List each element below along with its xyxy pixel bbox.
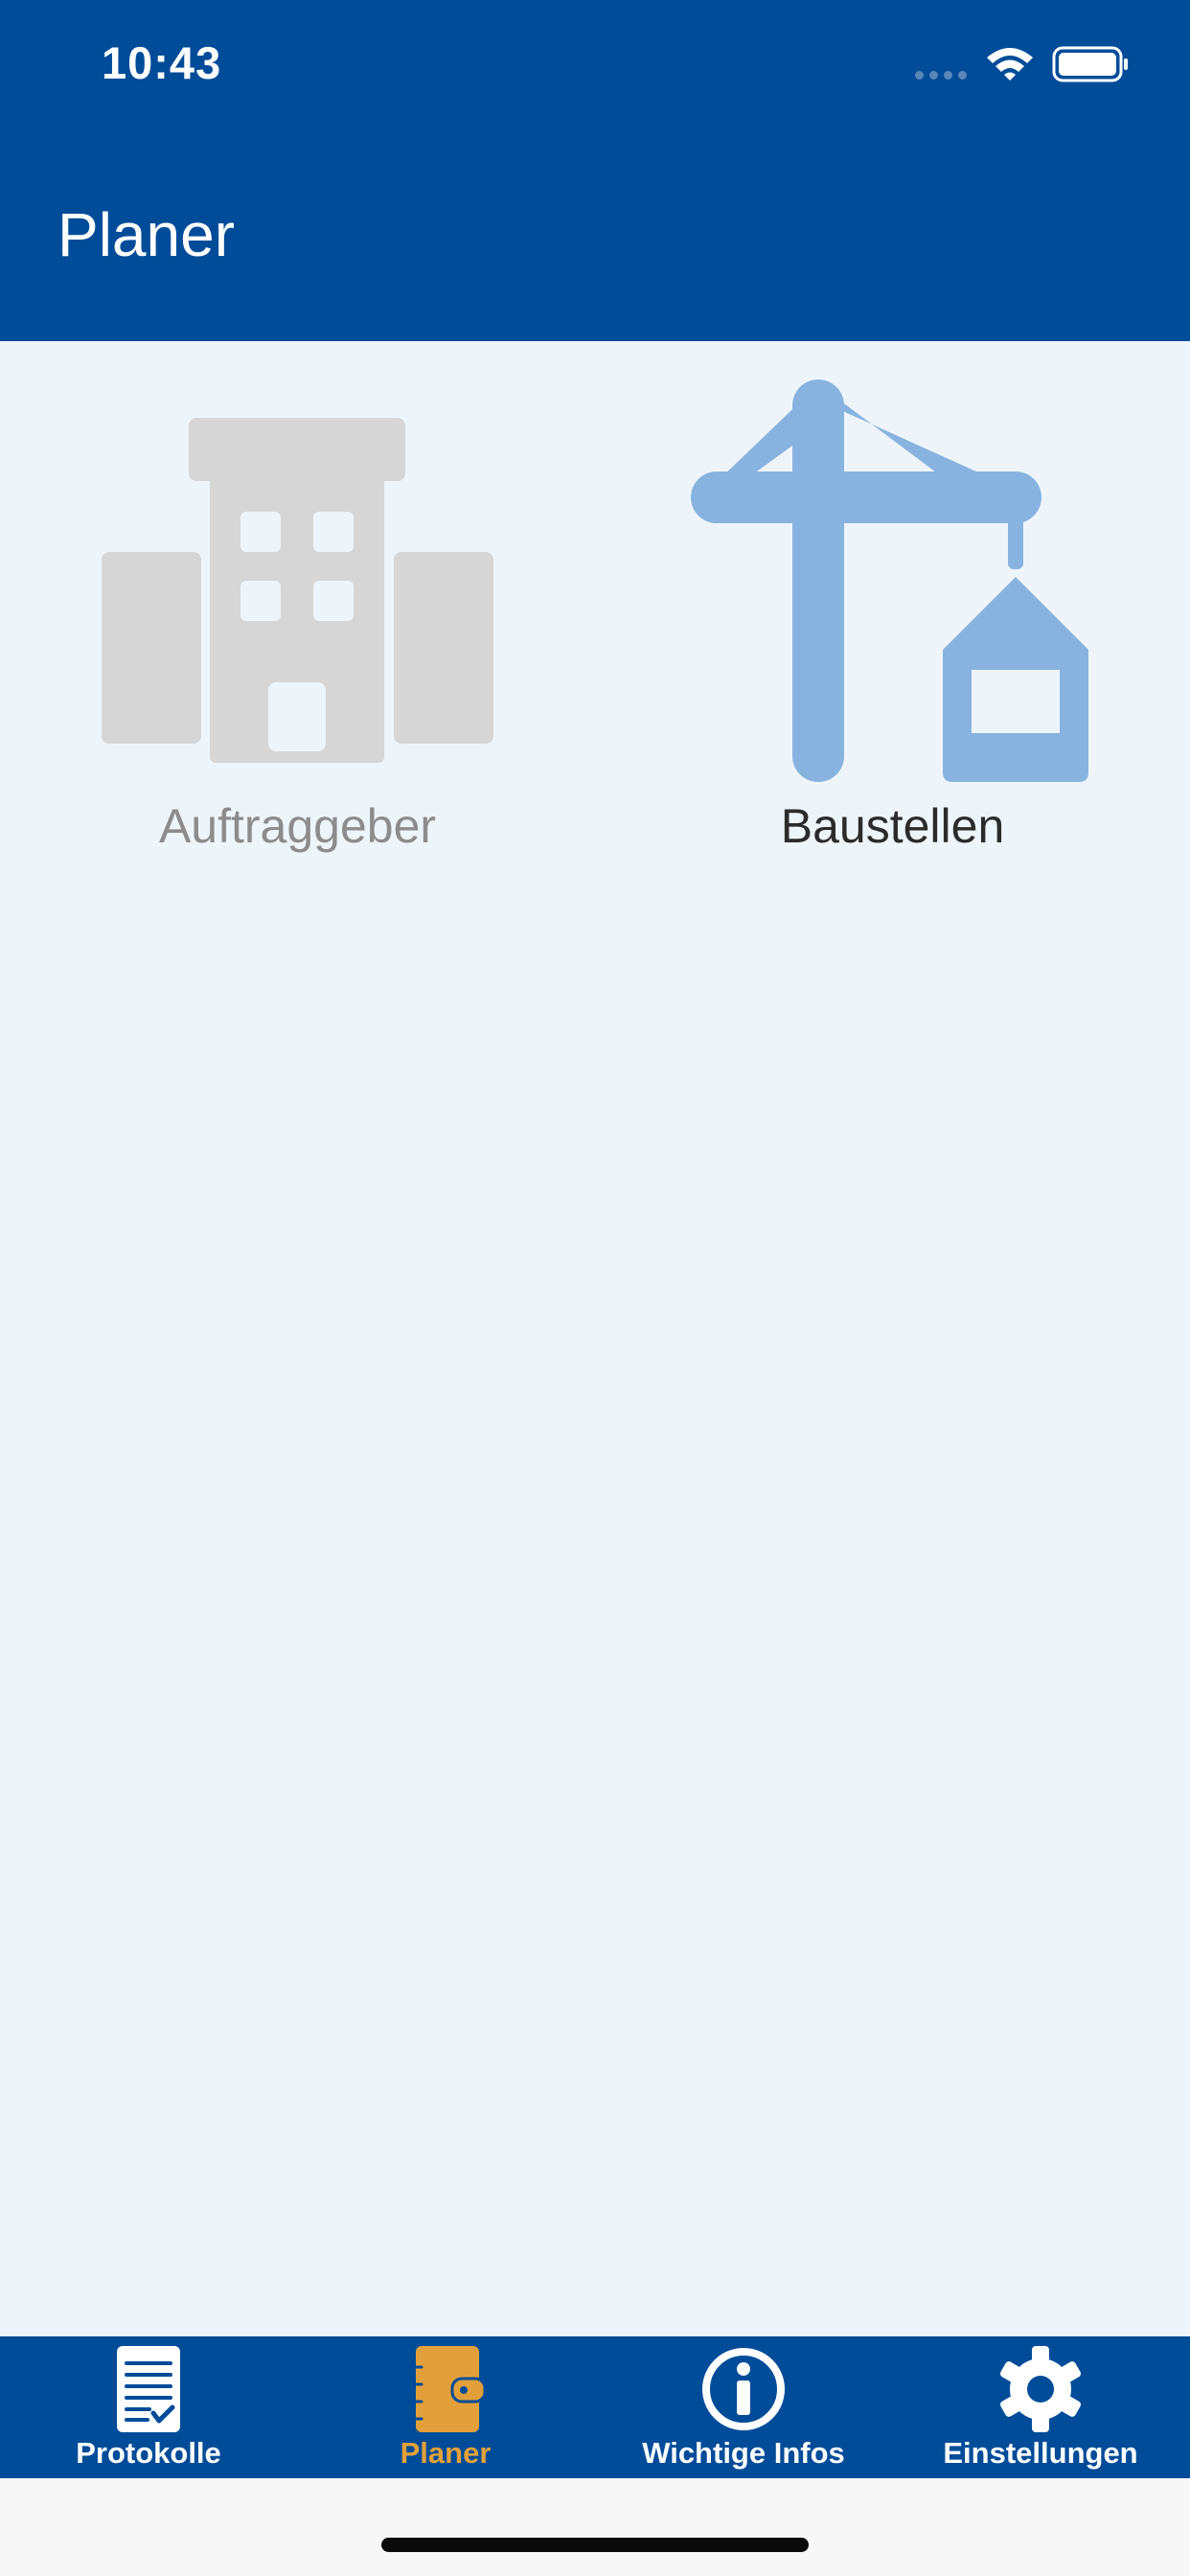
- page-title: Planer: [57, 200, 235, 269]
- home-indicator[interactable]: [381, 2538, 809, 2552]
- wifi-icon: [987, 48, 1033, 80]
- tab-label: Einstellungen: [943, 2436, 1138, 2470]
- info-icon: [702, 2348, 785, 2430]
- document-checklist-icon: [117, 2346, 180, 2432]
- cellular-signal-icon: [915, 71, 967, 80]
- home-indicator-area: [0, 2478, 1190, 2576]
- status-time: 10:43: [102, 37, 222, 88]
- tab-planer[interactable]: Planer: [297, 2336, 594, 2478]
- app-header: 10:43 Planer: [0, 0, 1190, 341]
- tile-baustellen[interactable]: Baustellen: [595, 380, 1190, 878]
- tab-wichtige-infos[interactable]: Wichtige Infos: [595, 2336, 892, 2478]
- tile-label: Auftraggeber: [158, 799, 437, 853]
- tile-label: Baustellen: [780, 799, 1005, 853]
- tab-label: Wichtige Infos: [642, 2436, 845, 2470]
- tab-label: Planer: [400, 2436, 492, 2470]
- tab-protokolle[interactable]: Protokolle: [0, 2336, 297, 2478]
- tab-label: Protokolle: [76, 2436, 221, 2470]
- tile-auftraggeber[interactable]: Auftraggeber: [0, 380, 595, 878]
- tab-einstellungen[interactable]: Einstellungen: [892, 2336, 1189, 2478]
- battery-icon: [1052, 46, 1128, 82]
- planner-notebook-icon: [405, 2346, 487, 2432]
- planner-grid: Auftraggeber Baustellen: [0, 341, 1190, 878]
- tab-bar: Protokolle Planer Wichtige Infos Einstel…: [0, 2336, 1190, 2478]
- construction-crane-icon: [691, 380, 1088, 782]
- office-building-icon: [102, 418, 493, 763]
- gear-icon: [999, 2346, 1082, 2432]
